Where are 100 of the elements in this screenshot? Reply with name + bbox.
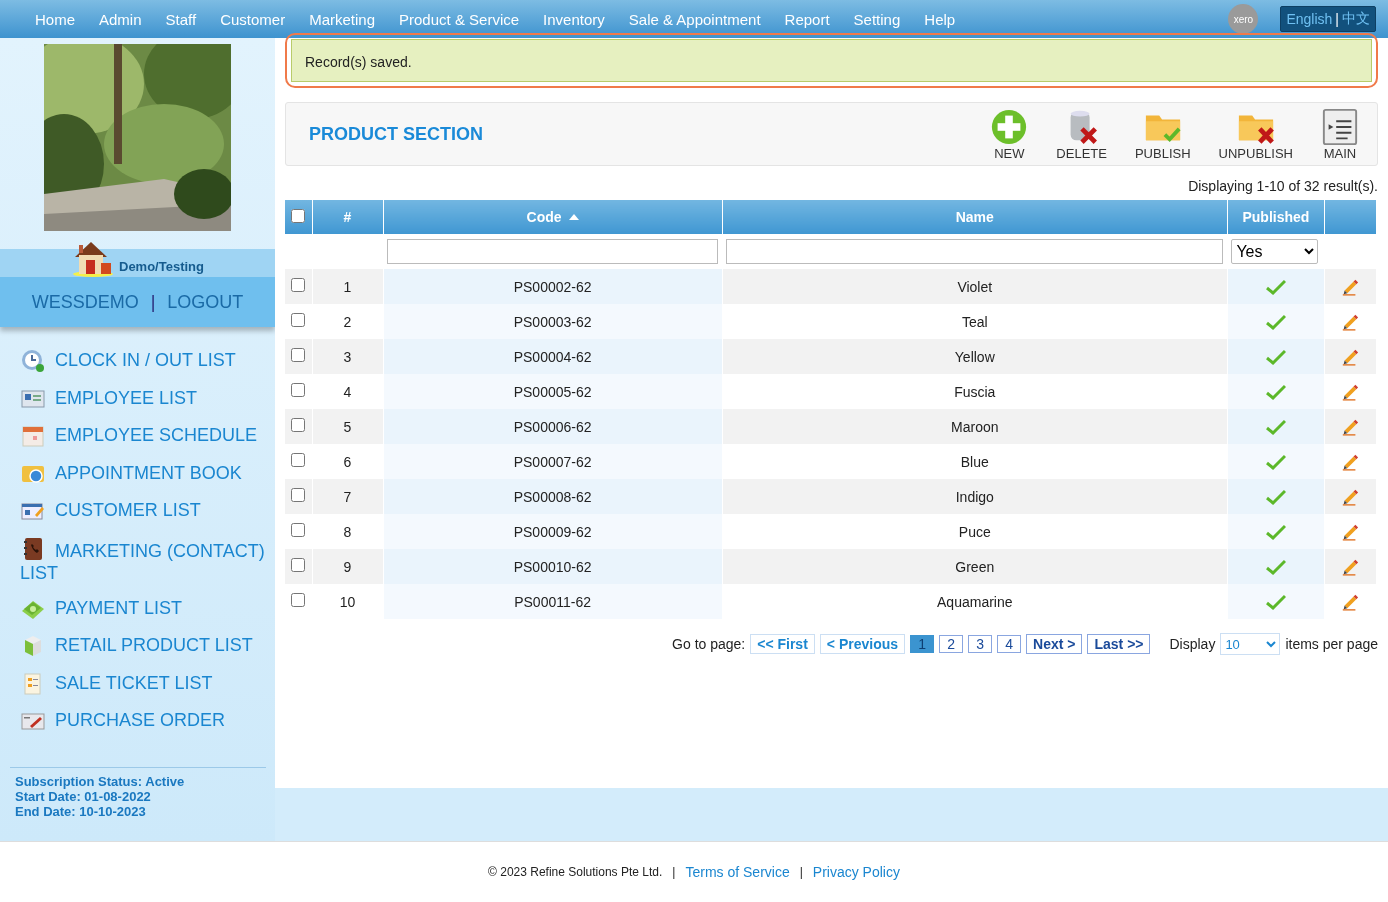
nav-menu-item[interactable]: Admin (87, 10, 154, 28)
subscription-info: End Date: 10-10-2023 (15, 803, 147, 819)
row-checkbox[interactable] (291, 523, 306, 537)
toolbar-button[interactable]: DELETE (1042, 107, 1121, 161)
sidebar-menu-item[interactable]: CUSTOMER LIST (20, 499, 265, 537)
select-all-checkbox[interactable] (291, 208, 306, 223)
toolbar-button[interactable]: MAIN (1307, 107, 1373, 161)
language-link[interactable]: 中文 (1342, 10, 1370, 28)
row-number: 2 (343, 313, 352, 330)
username-link[interactable]: WESSDEMO (31, 291, 139, 313)
nav-menu-item[interactable]: Inventory (531, 10, 617, 28)
column-header[interactable]: Name (722, 200, 1228, 234)
page-number-button[interactable]: 3 (968, 635, 993, 653)
row-checkbox[interactable] (291, 488, 306, 502)
plus-icon (990, 107, 1029, 146)
check-icon[interactable] (1265, 279, 1286, 296)
check-icon[interactable] (1265, 594, 1286, 611)
previous-page-button[interactable]: < Previous (819, 634, 906, 654)
page-number-button[interactable]: 2 (939, 635, 964, 653)
last-page-button[interactable]: Last >> (1087, 634, 1151, 654)
table-cell: Yellow (954, 348, 995, 365)
nav-menu-item[interactable]: Customer (208, 10, 298, 28)
pencil-icon[interactable] (1341, 522, 1360, 541)
row-checkbox[interactable] (291, 348, 306, 362)
sidebar-menu-item[interactable]: EMPLOYEE LIST (20, 386, 265, 424)
pencil-icon[interactable] (1341, 592, 1360, 611)
table-cell: PS00011-62 (514, 593, 591, 610)
row-number: 8 (343, 523, 352, 540)
pagination-label: Go to page: (672, 636, 746, 652)
next-page-button[interactable]: Next > (1026, 634, 1083, 654)
pencil-icon[interactable] (1341, 452, 1360, 471)
row-checkbox[interactable] (291, 418, 306, 432)
xero-badge[interactable]: xero (1228, 4, 1259, 34)
sidebar-menu-item[interactable]: RETAIL PRODUCT LIST (20, 634, 265, 672)
row-checkbox[interactable] (291, 278, 306, 292)
nav-menu-item[interactable]: Report (772, 10, 842, 28)
table-cell: Green (955, 558, 995, 575)
pencil-icon[interactable] (1341, 277, 1360, 296)
table-cell: Fuscia (954, 383, 996, 400)
check-icon[interactable] (1265, 454, 1286, 471)
table-cell: PS00005-62 (513, 383, 592, 400)
column-header[interactable]: # (312, 200, 384, 234)
pencil-icon[interactable] (1341, 347, 1360, 366)
display-label: Display (1169, 636, 1216, 652)
toolbar-button[interactable]: UNPUBLISH (1204, 107, 1307, 161)
environment-label: Demo/Testing (119, 259, 204, 275)
sidebar-menu-item[interactable]: PURCHASE ORDER (20, 709, 265, 747)
page-number-button[interactable]: 4 (997, 635, 1022, 653)
nav-menu-item[interactable]: Marketing (297, 10, 388, 28)
table-cell: Violet (957, 278, 993, 295)
separator: | (672, 865, 676, 879)
nav-menu-item[interactable]: Sale & Appointment (616, 10, 773, 28)
column-header[interactable]: Code (383, 200, 723, 234)
sidebar-menu-item[interactable]: EMPLOYEE SCHEDULE (20, 424, 265, 462)
check-icon[interactable] (1265, 559, 1286, 576)
pencil-icon[interactable] (1341, 382, 1360, 401)
pencil-icon[interactable] (1341, 557, 1360, 576)
nav-menu-item[interactable]: Home (23, 10, 87, 28)
row-checkbox[interactable] (291, 593, 306, 607)
page-size-select[interactable]: 10 (1220, 633, 1281, 655)
filter-field[interactable] (726, 239, 1224, 264)
row-checkbox[interactable] (291, 313, 306, 327)
pencil-icon[interactable] (1341, 417, 1360, 436)
pencil-icon[interactable] (1341, 487, 1360, 506)
copyright-text: © 2023 Refine Solutions Pte Ltd. (488, 865, 663, 879)
terms-link[interactable]: Terms of Service (685, 864, 790, 880)
clock-icon (20, 349, 46, 373)
language-link[interactable]: English (1286, 11, 1333, 27)
success-message: Record(s) saved. (291, 39, 1372, 82)
published-filter-select[interactable]: Yes (1231, 239, 1319, 264)
row-checkbox[interactable] (291, 383, 306, 397)
check-icon[interactable] (1265, 384, 1286, 401)
logout-link[interactable]: LOGOUT (167, 291, 244, 313)
check-icon[interactable] (1265, 419, 1286, 436)
page-number-button[interactable]: 1 (910, 635, 935, 653)
toolbar-button[interactable]: PUBLISH (1120, 107, 1205, 161)
privacy-link[interactable]: Privacy Policy (812, 864, 900, 880)
nav-menu-item[interactable]: Help (912, 10, 968, 28)
separator: | (150, 291, 156, 313)
sidebar-menu-item[interactable]: MARKETING (CONTACT) LIST (20, 536, 265, 597)
sidebar-menu-item[interactable]: PAYMENT LIST (20, 596, 265, 634)
filter-field[interactable] (387, 239, 719, 264)
nav-menu-item[interactable]: Staff (153, 10, 209, 28)
row-checkbox[interactable] (291, 453, 306, 467)
row-checkbox[interactable] (291, 558, 306, 572)
house-icon (71, 239, 115, 277)
check-icon[interactable] (1265, 314, 1286, 331)
sidebar-menu-item[interactable]: APPOINTMENT BOOK (20, 461, 265, 499)
sidebar-menu-item[interactable]: CLOCK IN / OUT LIST (20, 349, 265, 387)
nav-menu-item[interactable]: Product & Service (387, 10, 532, 28)
first-page-button[interactable]: << First (750, 634, 815, 654)
check-icon[interactable] (1265, 489, 1286, 506)
toolbar-button[interactable]: NEW (976, 107, 1043, 161)
table-cell: Blue (960, 453, 989, 470)
check-icon[interactable] (1265, 524, 1286, 541)
sidebar-menu-item[interactable]: SALE TICKET LIST (20, 671, 265, 709)
nav-menu-item[interactable]: Setting (841, 10, 913, 28)
pencil-icon[interactable] (1341, 312, 1360, 331)
check-icon[interactable] (1265, 349, 1286, 366)
column-header[interactable]: Published (1227, 200, 1325, 234)
